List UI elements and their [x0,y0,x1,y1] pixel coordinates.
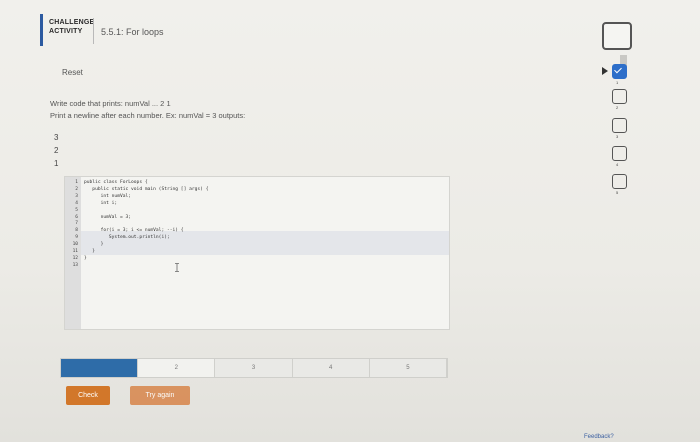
feedback-link[interactable]: Feedback? [584,434,614,440]
line-number: 11 [72,249,78,254]
level-incomplete-box-icon[interactable] [612,89,627,104]
code-line[interactable]: } [84,256,87,261]
level-number: 4 [616,162,619,167]
line-number: 2 [75,186,78,192]
level-number: 5 [616,190,619,195]
line-number: 6 [75,214,78,220]
line-number: 12 [72,255,78,261]
level-number: 1 [616,80,619,85]
code-line[interactable]: int i; [84,201,118,206]
line-number: 9 [75,235,78,241]
progress-segment: 4 [292,359,370,377]
activity-completion-icon [602,22,632,50]
check-button[interactable]: Check [66,386,110,405]
level-complete-check-icon[interactable] [612,64,627,79]
sample-output-line: 1 [54,159,59,168]
line-number: 1 [75,180,78,185]
sample-output-line: 2 [54,146,59,155]
badge-line-1: CHALLENGE [49,19,95,26]
progress-segment [61,359,139,377]
code-line[interactable]: } [84,242,104,247]
code-line[interactable]: } [84,249,95,254]
current-level-arrow-icon [602,67,608,75]
progress-segment: 3 [215,359,293,377]
instruction-line-2: Print a newline after each number. Ex: n… [50,111,246,120]
progress-segment: 5 [369,359,448,377]
code-line[interactable]: System.out.println(i); [84,235,170,240]
sample-output-line: 3 [54,133,59,142]
code-line[interactable]: public static void main (String [] args)… [84,187,208,192]
activity-header: CHALLENGE ACTIVITY 5.5.1: For loops [0,10,700,48]
header-divider [93,18,94,44]
level-incomplete-box-icon[interactable] [612,174,627,189]
line-number: 10 [72,242,78,248]
try-again-button[interactable]: Try again [130,386,190,405]
line-number: 3 [75,193,78,199]
level-incomplete-box-icon[interactable] [612,146,627,161]
header-accent-bar [40,14,43,46]
line-number: 13 [72,262,78,268]
activity-panel: CHALLENGE ACTIVITY 5.5.1: For loops Rese… [0,0,700,442]
code-line[interactable]: int numVal; [84,194,131,199]
progress-segment: 2 [138,359,216,377]
instruction-line-1: Write code that prints: numVal ... 2 1 [50,99,171,108]
badge-line-2: ACTIVITY [49,28,83,35]
reset-button[interactable]: Reset [62,68,83,77]
line-number: 4 [75,200,78,206]
text-cursor-icon [174,259,180,272]
activity-title: 5.5.1: For loops [101,27,164,37]
level-progress-bar: 2345 [60,358,448,378]
line-number: 8 [75,228,78,234]
level-number: 3 [616,134,619,139]
level-incomplete-box-icon[interactable] [612,118,627,133]
code-editor[interactable]: 1 2 3 4 5 6 7 8 9 10 11 12 13 public class ForLoops {… [64,176,450,330]
line-number: 5 [75,207,78,213]
code-line[interactable]: numVal = 3; [84,215,131,220]
code-line[interactable]: public class ForLoops { [84,180,148,185]
level-number: 2 [616,105,619,110]
challenge-activity-badge: CHALLENGE ACTIVITY [49,18,94,36]
line-number: 7 [75,221,78,227]
code-line[interactable]: for(i = 3; i <= numVal; --i) { [84,228,184,233]
